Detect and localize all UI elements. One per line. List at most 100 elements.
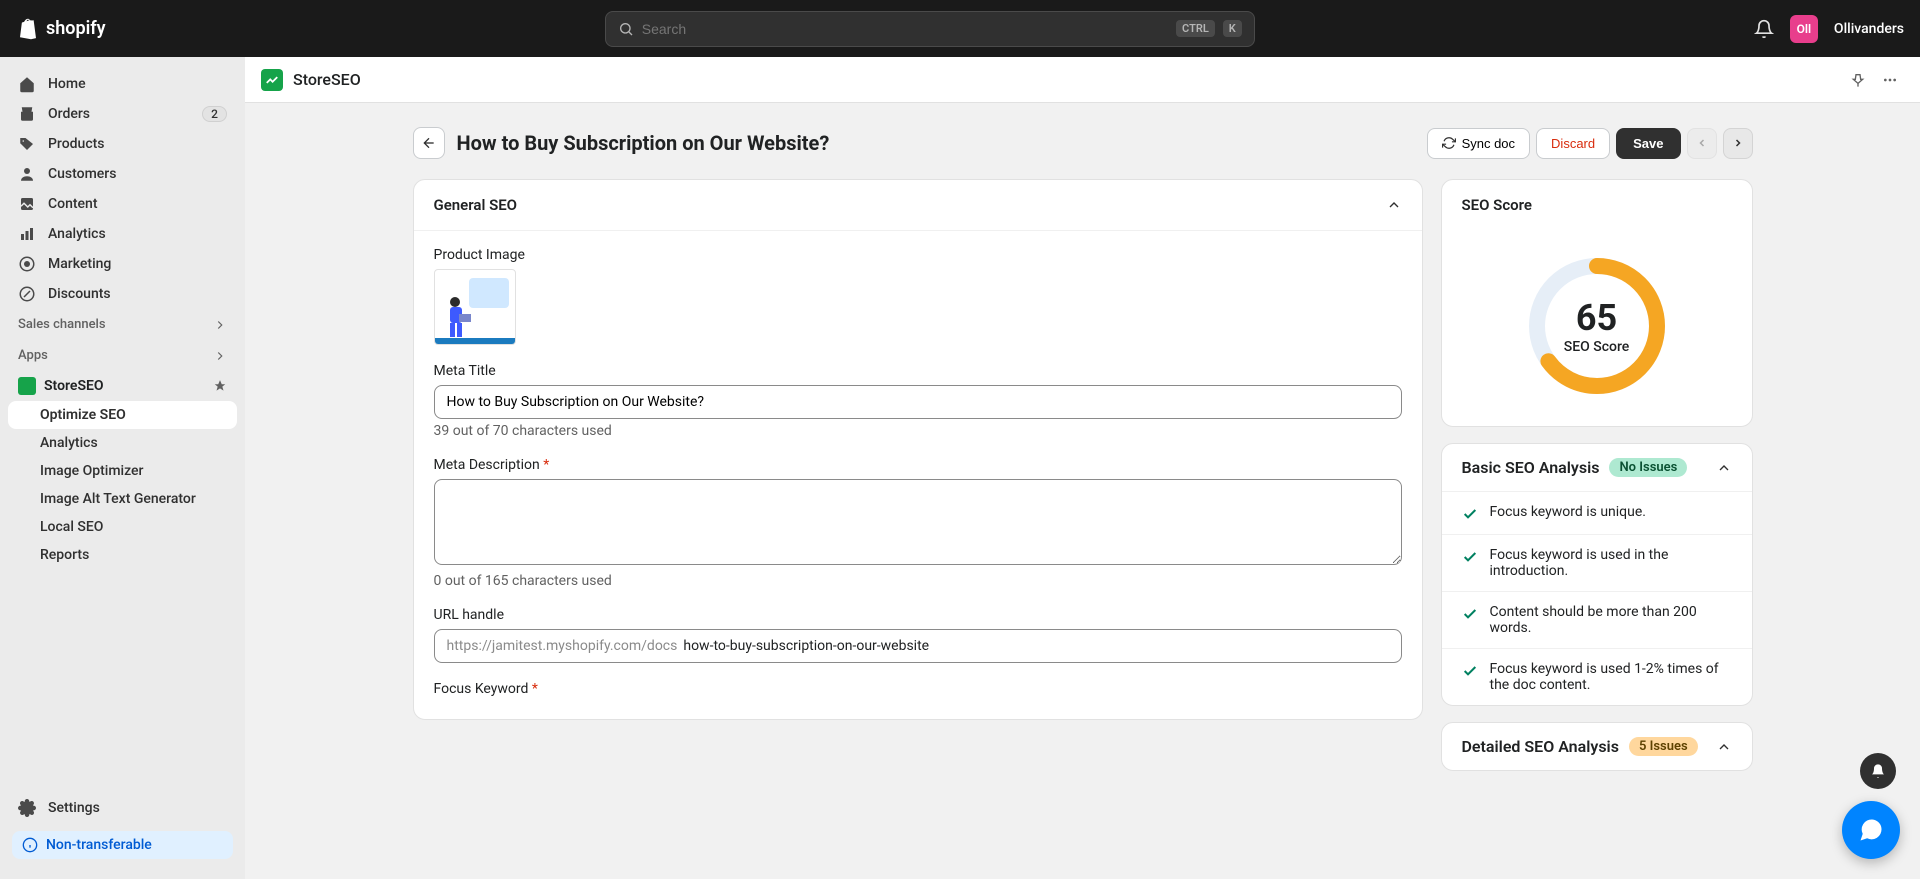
home-icon bbox=[18, 75, 36, 93]
nav-marketing[interactable]: Marketing bbox=[8, 249, 237, 279]
refresh-icon bbox=[1442, 136, 1456, 150]
nav-settings[interactable]: Settings bbox=[8, 793, 237, 823]
orders-icon bbox=[18, 105, 36, 123]
app-sub-optimize[interactable]: Optimize SEO bbox=[8, 401, 237, 429]
sales-channels-section[interactable]: Sales channels bbox=[8, 309, 237, 340]
check-icon bbox=[1462, 549, 1478, 565]
illustration-person bbox=[445, 296, 473, 340]
nav-products[interactable]: Products bbox=[8, 129, 237, 159]
score-value: 65 bbox=[1576, 297, 1617, 339]
nav-label: Home bbox=[48, 76, 86, 92]
issue-item: Focus keyword is used 1-2% times of the … bbox=[1442, 648, 1752, 705]
notification-fab[interactable] bbox=[1860, 753, 1896, 789]
person-icon bbox=[18, 165, 36, 183]
app-sub-reports[interactable]: Reports bbox=[8, 541, 237, 569]
app-sub-alt-text[interactable]: Image Alt Text Generator bbox=[8, 485, 237, 513]
app-name-label: StoreSEO bbox=[293, 70, 361, 89]
meta-desc-help: 0 out of 165 characters used bbox=[434, 573, 1402, 589]
basic-analysis-header[interactable]: Basic SEO Analysis No Issues bbox=[1442, 444, 1752, 491]
chat-icon bbox=[1857, 816, 1885, 844]
pin-icon bbox=[1850, 72, 1866, 88]
bell-icon[interactable] bbox=[1754, 19, 1774, 39]
nav-label: Orders bbox=[48, 106, 90, 122]
check-icon bbox=[1462, 663, 1478, 679]
url-handle-input-wrap[interactable]: https://jamitest.myshopify.com/docs how-… bbox=[434, 629, 1402, 663]
store-name[interactable]: Ollivanders bbox=[1834, 21, 1904, 37]
seo-score-card: SEO Score 65 SEO Score bbox=[1441, 179, 1753, 427]
nav-label: Analytics bbox=[48, 226, 106, 242]
chevron-up-icon bbox=[1716, 460, 1732, 476]
pin-app-button[interactable] bbox=[1844, 66, 1872, 94]
app-sub-local-seo[interactable]: Local SEO bbox=[8, 513, 237, 541]
kbd-k: K bbox=[1223, 20, 1242, 37]
basic-analysis-card: Basic SEO Analysis No Issues Focus keywo… bbox=[1441, 443, 1753, 706]
logo-text: shopify bbox=[46, 18, 106, 39]
no-issues-chip: No Issues bbox=[1609, 458, 1687, 477]
chevron-right-icon bbox=[1732, 137, 1744, 149]
arrow-left-icon bbox=[421, 135, 437, 151]
non-transferable-pill[interactable]: Non-transferable bbox=[12, 831, 233, 859]
info-icon bbox=[22, 837, 38, 853]
check-icon bbox=[1462, 606, 1478, 622]
issue-item: Focus keyword is used in the introductio… bbox=[1442, 534, 1752, 591]
save-button[interactable]: Save bbox=[1616, 128, 1680, 159]
meta-title-label: Meta Title bbox=[434, 363, 1402, 379]
meta-title-input[interactable] bbox=[434, 385, 1402, 419]
prev-button[interactable] bbox=[1687, 128, 1717, 159]
nav-home[interactable]: Home bbox=[8, 69, 237, 99]
search-icon bbox=[618, 21, 634, 37]
meta-desc-input[interactable] bbox=[434, 479, 1402, 565]
page-header: How to Buy Subscription on Our Website? … bbox=[413, 127, 1753, 159]
score-label: SEO Score bbox=[1564, 339, 1630, 355]
sync-doc-button[interactable]: Sync doc bbox=[1427, 128, 1530, 159]
avatar[interactable]: Oll bbox=[1790, 15, 1818, 43]
page-title: How to Buy Subscription on Our Website? bbox=[457, 131, 830, 155]
back-button[interactable] bbox=[413, 127, 445, 159]
search-box[interactable]: CTRL K bbox=[605, 11, 1255, 47]
next-button[interactable] bbox=[1723, 128, 1753, 159]
chevron-left-icon bbox=[1696, 137, 1708, 149]
chat-fab[interactable] bbox=[1842, 801, 1900, 859]
content-icon bbox=[18, 195, 36, 213]
illustration-bg bbox=[469, 278, 509, 308]
app-icon bbox=[261, 69, 283, 91]
nav-discounts[interactable]: Discounts bbox=[8, 279, 237, 309]
chart-icon bbox=[18, 225, 36, 243]
chevron-right-icon bbox=[213, 349, 227, 363]
search-input[interactable] bbox=[642, 21, 1168, 37]
apps-section[interactable]: Apps bbox=[8, 340, 237, 371]
discard-button[interactable]: Discard bbox=[1536, 128, 1610, 159]
app-header: StoreSEO bbox=[245, 57, 1920, 103]
topbar-right: Oll Ollivanders bbox=[1754, 15, 1904, 43]
shopify-icon bbox=[16, 17, 40, 41]
app-storeseo[interactable]: StoreSEO bbox=[8, 371, 237, 401]
bell-icon bbox=[1870, 763, 1886, 779]
illustration-floor bbox=[435, 338, 515, 344]
nav-analytics[interactable]: Analytics bbox=[8, 219, 237, 249]
detailed-analysis-header[interactable]: Detailed SEO Analysis 5 Issues bbox=[1442, 723, 1752, 770]
discount-icon bbox=[18, 285, 36, 303]
search-container: CTRL K bbox=[106, 11, 1754, 47]
pin-icon[interactable] bbox=[213, 379, 227, 393]
more-button[interactable] bbox=[1876, 66, 1904, 94]
detailed-analysis-card: Detailed SEO Analysis 5 Issues bbox=[1441, 722, 1753, 771]
seo-score-header: SEO Score bbox=[1442, 180, 1752, 230]
general-seo-header[interactable]: General SEO bbox=[414, 180, 1422, 231]
url-handle-label: URL handle bbox=[434, 607, 1402, 623]
kbd-ctrl: CTRL bbox=[1176, 20, 1215, 37]
nav-label: Products bbox=[48, 136, 105, 152]
app-sub-analytics[interactable]: Analytics bbox=[8, 429, 237, 457]
nav-orders[interactable]: Orders 2 bbox=[8, 99, 237, 129]
app-sub-image-optimizer[interactable]: Image Optimizer bbox=[8, 457, 237, 485]
sidebar: Home Orders 2 Products Customers Content… bbox=[0, 57, 245, 879]
nav-label: Discounts bbox=[48, 286, 111, 302]
url-handle-value: how-to-buy-subscription-on-our-website bbox=[683, 638, 929, 654]
content-area: StoreSEO How to Buy Subscription on Our … bbox=[245, 57, 1920, 879]
nav-customers[interactable]: Customers bbox=[8, 159, 237, 189]
product-image-preview[interactable] bbox=[434, 269, 516, 345]
issues-chip: 5 Issues bbox=[1629, 737, 1698, 756]
shopify-logo[interactable]: shopify bbox=[16, 17, 106, 41]
score-gauge: 65 SEO Score bbox=[1525, 254, 1669, 398]
nav-content[interactable]: Content bbox=[8, 189, 237, 219]
check-icon bbox=[1462, 506, 1478, 522]
